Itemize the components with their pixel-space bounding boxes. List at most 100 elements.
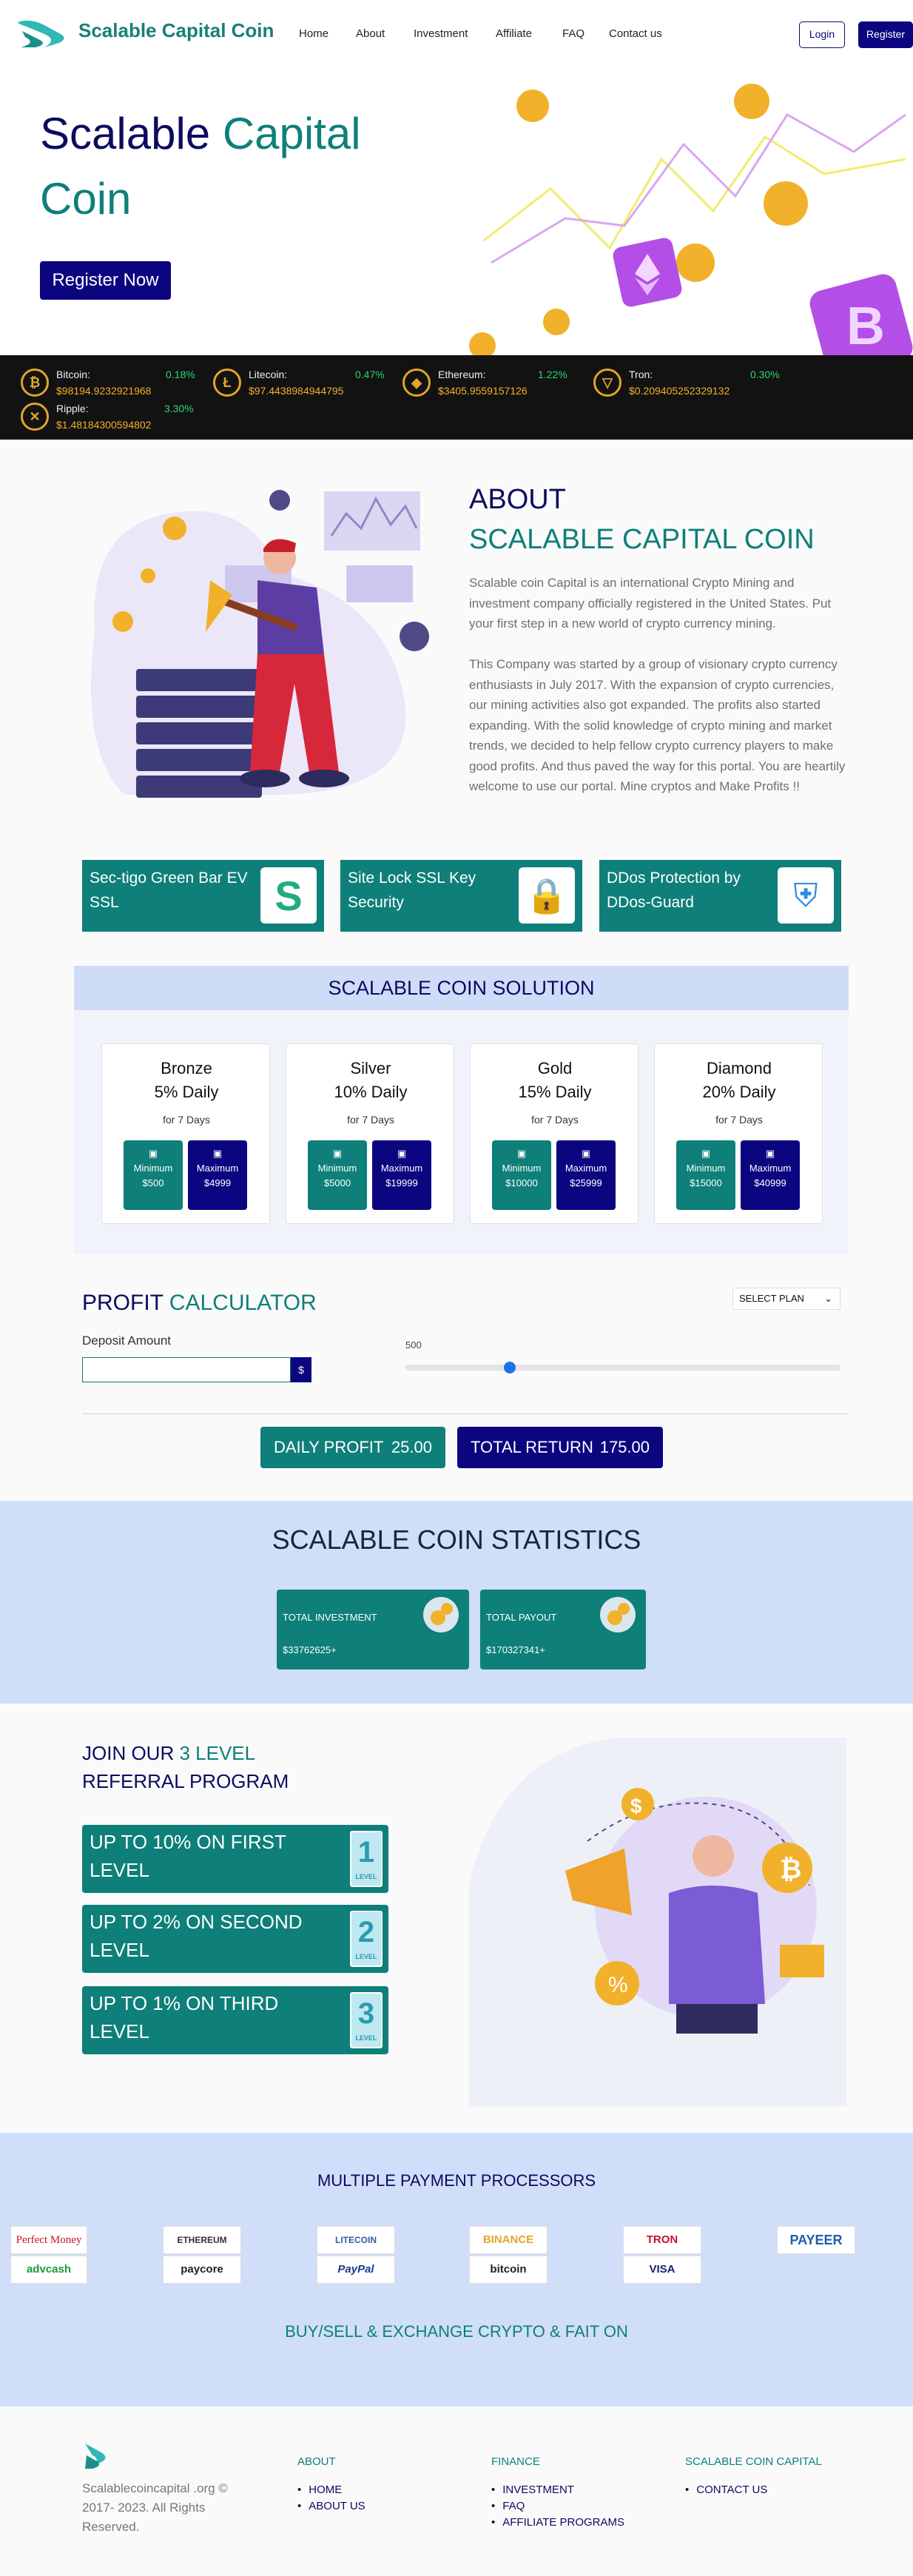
security-card-ddos[interactable]: DDos Protection by DDos-Guard ⛨ [599,860,841,932]
binance-logo: BINANCE [469,2226,548,2254]
ticker-name: Ethereum: [438,369,486,380]
nav-affiliate[interactable]: Affiliate [496,27,532,40]
plan-maximum: ▣ Maximum $4999 [188,1140,247,1210]
deposit-slider[interactable] [405,1362,840,1373]
slider-value: 500 [405,1339,422,1351]
total-investment-card: TOTAL INVESTMENT $33762625+ [277,1590,469,1669]
plan-maximum: ▣ Maximum $25999 [556,1140,616,1210]
tron-icon: ▽ [593,369,621,397]
maximum-value: $4999 [203,1177,232,1188]
svg-text:%: % [608,1973,628,1997]
plan-minimum: ▣ Minimum $10000 [492,1140,551,1210]
level-1-icon: 1 LEVEL [350,1831,383,1887]
minimum-value: $500 [142,1177,164,1188]
login-button[interactable]: Login [799,21,845,48]
minimum-value: $10000 [505,1177,538,1188]
perfect-money-logo: Perfect Money [10,2226,87,2254]
nav-investment[interactable]: Investment [414,27,468,40]
paypal-logo: PayPal [317,2256,395,2284]
nav-about[interactable]: About [356,27,385,40]
footer-link-contact[interactable]: CONTACT US [685,2482,767,2498]
gold-coin-icon [764,181,808,226]
hero-title-word-2: Capital [222,109,361,158]
ticker-item-bitcoin[interactable]: ₿ Bitcoin: 0.18% $98194.9232921968 [21,367,198,400]
about-paragraph-1: Scalable coin Capital is an internationa… [469,576,832,630]
plan-card-silver[interactable]: Silver 10% Daily for 7 Days ▣ Minimum $5… [286,1043,454,1224]
plan-name: Bronze [161,1059,212,1077]
slider-thumb[interactable] [504,1362,516,1373]
plan-minimum: ▣ Minimum $15000 [676,1140,735,1210]
plan-maximum: ▣ Maximum $19999 [372,1140,431,1210]
footer-link-about-us[interactable]: ABOUT US [297,2498,365,2515]
ethereum-cube-icon [613,238,682,307]
plan-name: Silver [350,1059,391,1077]
deposit-amount-input[interactable] [82,1357,291,1382]
advcash-logo: advcash [10,2256,87,2284]
nav-home[interactable]: Home [299,27,329,40]
logo-icon[interactable] [15,18,70,50]
plan-duration: for 7 Days [163,1114,210,1126]
ticker-item-litecoin[interactable]: Ł Litecoin: 0.47% $97.4438984944795 [213,367,391,400]
footer-link-home[interactable]: HOME [297,2482,342,2498]
payment-processors-section: MULTIPLE PAYMENT PROCESSORS Perfect Mone… [0,2133,913,2407]
wallet-icon: ▣ [516,1148,527,1159]
register-button[interactable]: Register [858,21,913,48]
svg-text:B: B [846,297,885,355]
register-now-button[interactable]: Register Now [40,261,171,300]
statistics-title: SCALABLE COIN STATISTICS [272,1524,641,1555]
brand-name[interactable]: Scalable Capital Coin [78,19,274,42]
total-return-label: TOTAL RETURN [471,1438,593,1456]
plan-card-gold[interactable]: Gold 15% Daily for 7 Days ▣ Minimum $100… [470,1043,639,1224]
statistics-section: SCALABLE COIN STATISTICS TOTAL INVESTMEN… [0,1501,913,1704]
ticker-name: Bitcoin: [56,369,90,380]
footer-link-faq[interactable]: FAQ [491,2498,525,2515]
minimum-label: Minimum [686,1163,726,1174]
bitcoin-icon: ₿ [21,369,49,397]
bitcoin-cube-icon: B [809,274,913,355]
nav-faq[interactable]: FAQ [562,27,584,40]
plan-rate: 15% Daily [518,1083,592,1101]
footer-logo-icon[interactable] [82,2441,115,2470]
hero-section: Scalable Capital Coin Register Now B [0,70,913,355]
ticker-change: 0.47% [355,369,385,380]
select-plan-dropdown[interactable]: SELECT PLAN ⌄ [732,1288,840,1310]
footer-copyright: Scalablecoincapital .org © 2017- 2023. A… [82,2481,228,2534]
security-card-sectigo[interactable]: Sec-tigo Green Bar EV SSL S [82,860,324,932]
gold-coin-icon [543,309,570,335]
footer-link-affiliate[interactable]: AFFILIATE PROGRAMS [491,2515,624,2531]
svg-text:₿: ₿ [780,1854,801,1884]
wallet-icon: ▣ [397,1148,407,1159]
minimum-label: Minimum [133,1163,173,1174]
sectigo-icon: S [260,867,317,924]
daily-profit-result: DAILY PROFIT 25.00 [260,1427,445,1468]
ticker-item-ripple[interactable]: ✕ Ripple: 3.30% $1.48184300594802 [21,401,213,434]
gold-coin-icon [734,84,769,119]
ticker-item-tron[interactable]: ▽ Tron: 0.30% $0.209405252329132 [593,367,786,400]
nav-contact[interactable]: Contact us [609,27,662,40]
mail-icon [780,1945,824,1977]
gold-coin-icon [469,332,496,355]
gold-coin-icon [516,90,549,122]
maximum-value: $40999 [754,1177,786,1188]
payments-title: MULTIPLE PAYMENT PROCESSORS [317,2171,596,2190]
ticker-price: $0.209405252329132 [629,385,730,397]
plan-card-diamond[interactable]: Diamond 20% Daily for 7 Days ▣ Minimum $… [654,1043,823,1224]
litecoin-icon: Ł [213,369,241,397]
total-payout-label: TOTAL PAYOUT [486,1612,557,1623]
ripple-icon: ✕ [21,403,49,431]
ticker-item-ethereum[interactable]: ◆ Ethereum: 1.22% $3405.9559157126 [402,367,580,400]
litecoin-logo: LITECOIN [317,2226,395,2254]
payeer-logo: PAYEER [777,2226,855,2254]
plan-minimum: ▣ Minimum $500 [124,1140,183,1210]
footer-link-investment[interactable]: INVESTMENT [491,2482,574,2498]
plan-card-bronze[interactable]: Bronze 5% Daily for 7 Days ▣ Minimum $50… [101,1043,270,1224]
footer-heading-about: ABOUT [297,2455,336,2468]
calculator-divider [82,1413,849,1414]
security-card-label: Site Lock SSL Key Security [348,870,476,911]
security-card-sitelock[interactable]: Site Lock SSL Key Security 🔒 [340,860,582,932]
total-investment-value: $33762625+ [283,1644,337,1655]
coins-icon [423,1597,459,1632]
daily-profit-label: DAILY PROFIT [274,1438,384,1456]
hero-crypto-illustration: B [469,84,913,355]
ticker-price: $98194.9232921968 [56,385,152,397]
